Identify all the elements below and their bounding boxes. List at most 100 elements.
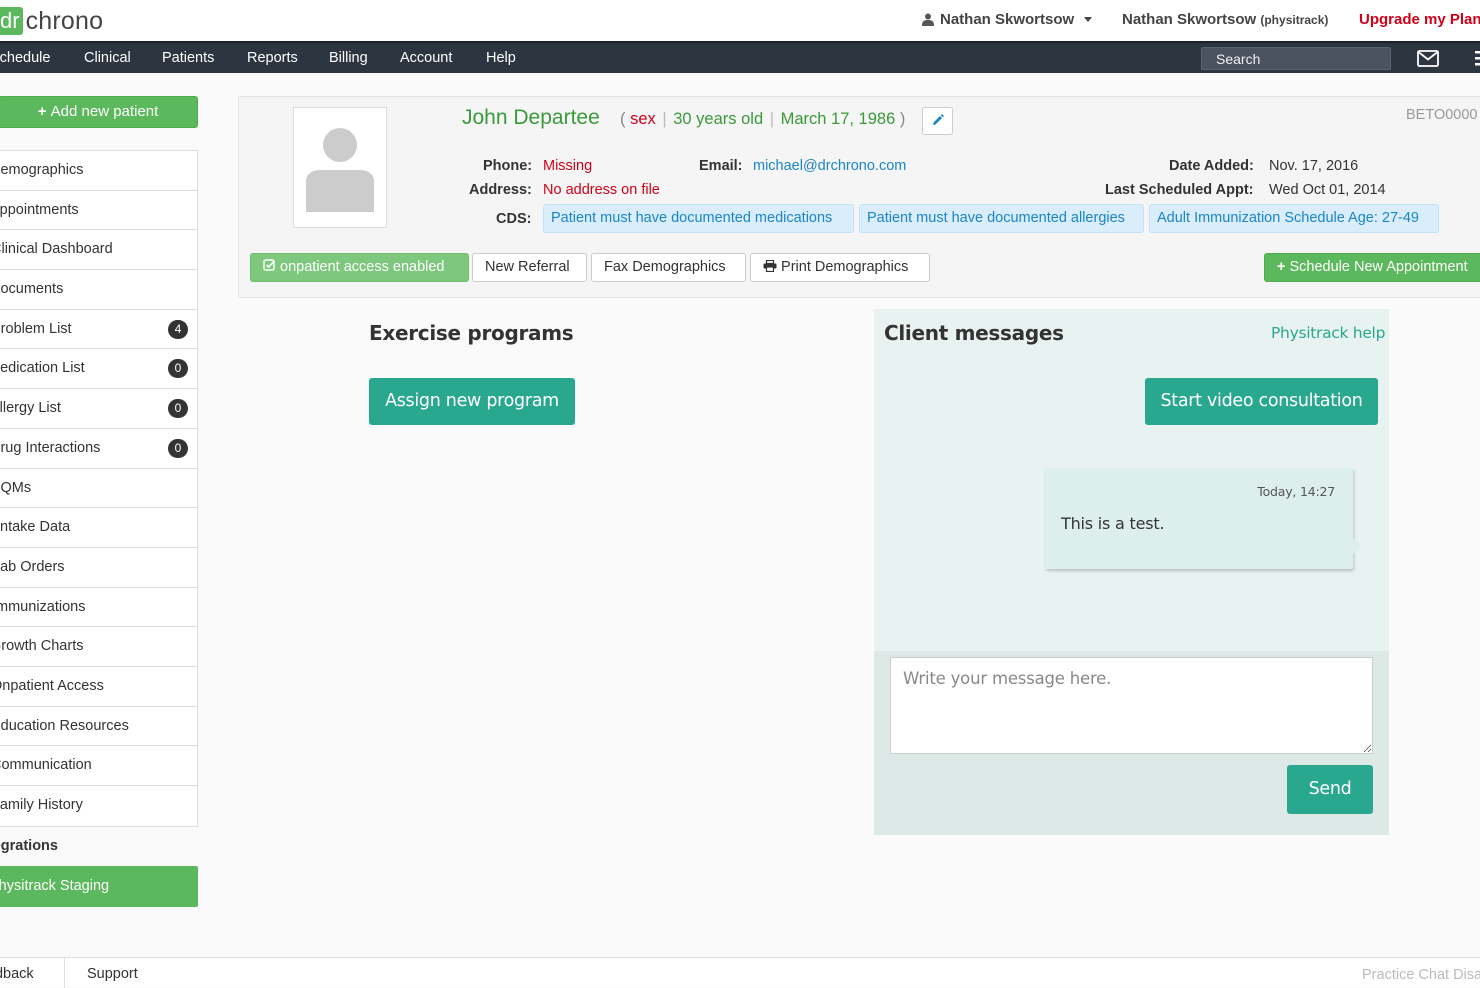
top-bar: dr chrono Nathan Skwortsow Nathan Skwort… <box>0 0 1480 41</box>
search-input[interactable] <box>1201 47 1391 70</box>
last-appt-label: Last Scheduled Appt: <box>1105 182 1254 198</box>
printer-icon <box>763 259 777 273</box>
account-name-label: Nathan Skwortsow <box>1122 11 1257 28</box>
mail-icon[interactable] <box>1417 50 1439 67</box>
sidebar-item-label: Education Resources <box>0 717 129 734</box>
phone-label: Phone: <box>483 158 533 174</box>
bubble-tail <box>1353 538 1362 554</box>
sidebar-item-drug-interactions[interactable]: Drug Interactions 0 <box>0 429 197 469</box>
start-video-consultation-button[interactable]: Start video consultation <box>1145 378 1378 425</box>
message-timestamp: Today, 14:27 <box>1257 484 1335 499</box>
add-new-patient-label: Add new patient <box>50 103 159 120</box>
sidebar-item-clinical-dashboard[interactable]: Clinical Dashboard <box>0 230 197 271</box>
hamburger-menu-icon[interactable] <box>1472 50 1480 67</box>
patient-age: 30 years old <box>673 110 764 128</box>
sidebar-item-appointments[interactable]: Appointments <box>0 191 197 231</box>
cds-label: CDS: <box>496 211 532 227</box>
sidebar-item-immunizations[interactable]: Immunizations <box>0 588 197 628</box>
patient-name[interactable]: John Departee <box>462 106 600 130</box>
sidebar-item-intake-data[interactable]: Intake Data <box>0 508 197 548</box>
account-name[interactable]: Nathan Skwortsow (physitrack) <box>1122 11 1328 28</box>
edit-patient-button[interactable] <box>922 107 953 135</box>
sidebar-item-allergy-list[interactable]: Allergy List 0 <box>0 389 197 429</box>
fax-demographics-button[interactable]: Fax Demographics <box>591 253 746 282</box>
feedback-label: Feedback <box>0 966 34 982</box>
patient-avatar[interactable] <box>293 107 387 228</box>
sidebar-item-label: Communication <box>0 757 92 774</box>
check-square-icon <box>263 259 276 271</box>
message-input[interactable] <box>890 657 1373 754</box>
nav-help[interactable]: Help <box>486 50 516 66</box>
nav-reports[interactable]: Reports <box>247 50 298 66</box>
address-label: Address: <box>469 182 532 198</box>
sidebar-item-label: CQMs <box>0 479 32 496</box>
upgrade-plan-link[interactable]: Upgrade my Plan <box>1359 11 1480 28</box>
sidebar-item-label: Intake Data <box>0 519 71 536</box>
sidebar-item-medication-list[interactable]: Medication List 0 <box>0 349 197 390</box>
sidebar-item-label: Medication List <box>0 360 85 377</box>
support-link[interactable]: Support <box>87 966 138 982</box>
main-nav: Schedule Clinical Patients Reports Billi… <box>0 41 1480 73</box>
cds-tag-immunization[interactable]: Adult Immunization Schedule Age: 27-49 <box>1149 204 1439 233</box>
drchrono-logo[interactable]: dr chrono <box>0 6 103 36</box>
sidebar-item-communication[interactable]: Communication <box>0 746 197 786</box>
user-menu-label: Nathan Skwortsow <box>940 11 1075 28</box>
patient-sex: sex <box>630 110 656 128</box>
sidebar-item-cqms[interactable]: CQMs <box>0 469 197 509</box>
last-appt-value: Wed Oct 01, 2014 <box>1269 182 1386 198</box>
user-menu-dropdown[interactable]: Nathan Skwortsow <box>922 11 1093 28</box>
sidebar-item-onpatient-access[interactable]: Onpatient Access <box>0 667 197 707</box>
exercise-programs-title: Exercise programs <box>369 321 574 345</box>
physitrack-help-link[interactable]: Physitrack help <box>1271 324 1385 342</box>
sidebar-item-documents[interactable]: Documents <box>0 270 197 310</box>
onpatient-access-button[interactable]: onpatient access enabled <box>250 253 469 282</box>
account-org: (physitrack) <box>1260 13 1329 27</box>
date-added-value: Nov. 17, 2016 <box>1269 158 1359 174</box>
new-referral-button[interactable]: New Referral <box>472 253 587 282</box>
user-icon <box>922 13 934 26</box>
sidebar-item-label: Physitrack Staging <box>0 878 110 894</box>
message-text: This is a test. <box>1061 514 1165 533</box>
add-new-patient-button[interactable]: + Add new patient <box>0 96 198 128</box>
sidebar-item-family-history[interactable]: Family History <box>0 786 197 826</box>
sidebar-item-label: Documents <box>0 281 64 298</box>
sidebar-item-label: Problem List <box>0 320 72 337</box>
patient-meta: ( sex | 30 years old | March 17, 1986 ) <box>620 110 906 128</box>
sidebar-item-label: Onpatient Access <box>0 677 104 694</box>
sidebar-item-label: Demographics <box>0 162 84 178</box>
sidebar-item-label: Immunizations <box>0 598 86 615</box>
nav-billing[interactable]: Billing <box>329 50 368 66</box>
sidebar-item-growth-charts[interactable]: Growth Charts <box>0 627 197 667</box>
patient-id: BETO0000 <box>1406 107 1478 123</box>
nav-patients[interactable]: Patients <box>162 50 214 66</box>
count-badge: 0 <box>168 438 188 458</box>
sidebar-item-label: Family History <box>0 797 83 813</box>
sidebar-item-label: Drug Interactions <box>0 439 101 456</box>
sidebar-item-problem-list[interactable]: Problem List 4 <box>0 310 197 350</box>
plus-icon: + <box>37 103 51 120</box>
assign-new-program-button[interactable]: Assign new program <box>369 378 575 425</box>
nav-clinical[interactable]: Clinical <box>84 50 131 66</box>
sidebar-item-label: Appointments <box>0 201 79 218</box>
email-value[interactable]: michael@drchrono.com <box>753 158 906 174</box>
sidebar-item-label: Growth Charts <box>0 638 84 655</box>
sidebar-item-education-resources[interactable]: Education Resources <box>0 707 197 747</box>
practice-chat-status[interactable]: Practice Chat Disabled <box>1362 967 1480 983</box>
feedback-link[interactable]: Feedback <box>0 966 60 982</box>
print-demographics-button[interactable]: Print Demographics <box>750 253 930 282</box>
cds-tag-medications[interactable]: Patient must have documented medications <box>543 204 854 233</box>
client-messages-title: Client messages <box>884 321 1064 345</box>
print-demographics-label: Print Demographics <box>781 259 909 275</box>
patient-sidebar: Demographics Appointments Clinical Dashb… <box>0 150 198 827</box>
sidebar-item-physitrack-staging[interactable]: Physitrack Staging <box>0 866 198 907</box>
patient-dob: March 17, 1986 <box>780 110 896 128</box>
cds-tag-allergies[interactable]: Patient must have documented allergies <box>859 204 1144 233</box>
count-badge: 0 <box>168 399 188 419</box>
send-button[interactable]: Send <box>1287 765 1373 814</box>
sidebar-item-lab-orders[interactable]: Lab Orders <box>0 548 197 588</box>
logo-dr: dr <box>0 7 23 35</box>
nav-account[interactable]: Account <box>400 50 452 66</box>
nav-schedule[interactable]: Schedule <box>0 50 50 66</box>
schedule-new-appointment-button[interactable]: + Schedule New Appointment <box>1264 253 1480 282</box>
sidebar-item-demographics[interactable]: Demographics <box>0 151 197 191</box>
